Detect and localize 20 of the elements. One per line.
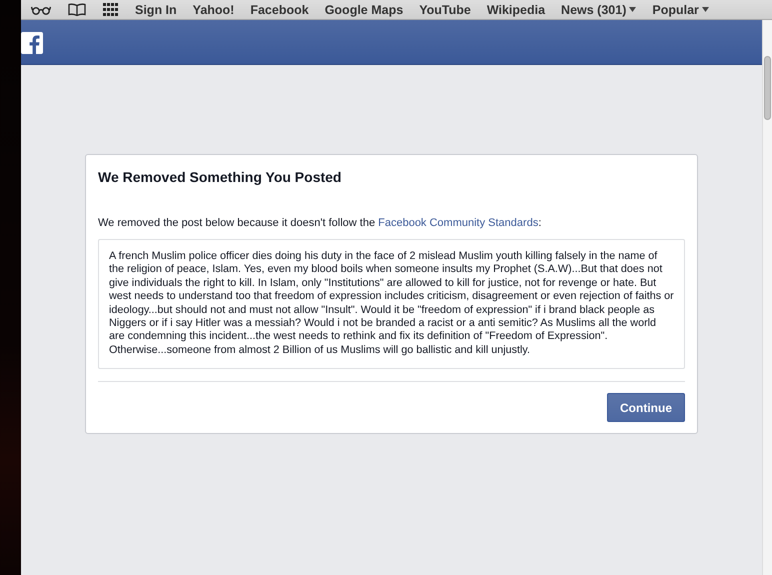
- dialog-title: We Removed Something You Posted: [98, 169, 342, 185]
- bookmark-link[interactable]: Facebook: [250, 2, 309, 16]
- removal-message: We removed the post below because it doesn't follow the Facebook Community Standards:: [98, 217, 542, 229]
- community-standards-link[interactable]: Facebook Community Standards: [378, 217, 538, 229]
- reading-glasses-icon[interactable]: [31, 4, 51, 14]
- continue-button[interactable]: Continue: [607, 393, 685, 422]
- bookmark-link[interactable]: Sign In: [135, 2, 177, 16]
- grid-icon[interactable]: [103, 3, 118, 16]
- bookmark-link[interactable]: Wikipedia: [486, 2, 546, 16]
- bookmark-link[interactable]: YouTube: [419, 2, 471, 16]
- facebook-logo-icon[interactable]: [21, 32, 43, 54]
- caret-icon[interactable]: [629, 7, 636, 12]
- bookmark-link[interactable]: Google Maps: [324, 2, 404, 16]
- bookmark-link[interactable]: Yahoo!: [192, 2, 234, 16]
- bookmark-folder[interactable]: News (301): [561, 2, 636, 16]
- post-text: A french Muslim police officer dies doing his duty in the face of 2 mislead Muslim youth killing falsely in the name of the religion of peace, Islam. Yes, even my blood boils when someone insults my Prophet (S.A.W)...But that does not give individuals the right to kill. In Islam, only "Institutions" are allowed to kill for justice, not for revenge or hate. But west needs to understand too that freedom of expression includes criticism, disagreement or even rejection of faiths or ideology...but should not and must not allow "Insult". Would it be "freedom of expression" if i brand black people as Niggers or if i say Hitler was a messiah? Would i not be branded a racist or a anti semitic? As Muslims all the world are condemning this incident...the west needs to rethink and fix its definition of "Freedom of Expression". Otherwise...someone from almost 2 Billion of us Muslims will go ballistic and kill unjustly.: [98, 239, 685, 370]
- scrollbar-thumb[interactable]: [764, 56, 771, 120]
- caret-icon[interactable]: [702, 7, 709, 12]
- bookmark-folder[interactable]: Popular: [652, 2, 709, 16]
- book-icon[interactable]: [68, 3, 86, 16]
